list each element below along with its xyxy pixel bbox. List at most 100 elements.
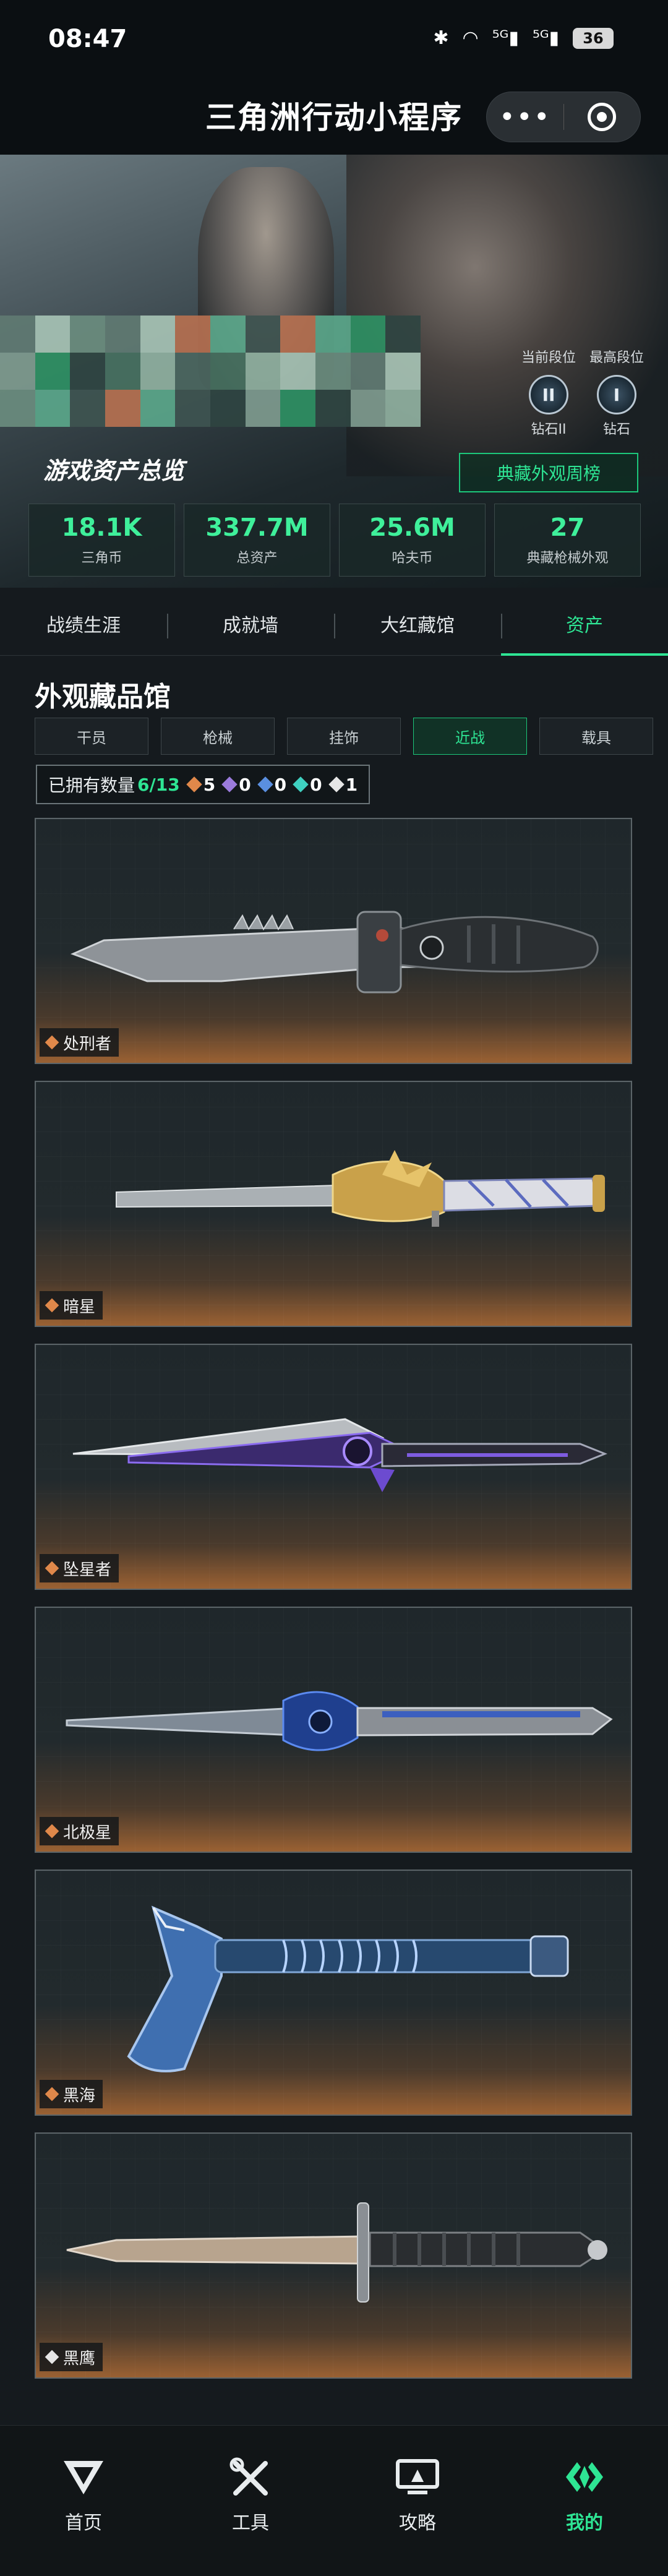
- mosaic-tile: [280, 353, 315, 390]
- mosaic-tile: [35, 390, 71, 427]
- item-label: 黑海: [40, 2080, 103, 2108]
- mosaic-tile: [210, 316, 246, 353]
- delta-logo-icon: [59, 2455, 108, 2499]
- close-miniprogram-button[interactable]: [563, 103, 640, 131]
- item-label: 黑鹰: [40, 2343, 103, 2371]
- rarity-diamond-icon: [45, 1298, 59, 1313]
- mosaic-tile: [385, 316, 421, 353]
- mosaic-tile: [105, 353, 140, 390]
- rarity-diamond-icon: [186, 776, 202, 792]
- owned-label: 已拥有数量: [48, 775, 135, 796]
- category-operators[interactable]: 干员: [35, 718, 148, 755]
- nav-tools[interactable]: 工具: [167, 2426, 334, 2576]
- nav-profile[interactable]: 我的: [501, 2426, 668, 2576]
- rarity-count-blue: 0: [257, 775, 286, 795]
- best-rank: 最高段位 I 钻石: [583, 346, 651, 438]
- mosaic-tile: [70, 316, 105, 353]
- signal-5g-icon: ⁵ᴳ▮: [492, 27, 519, 49]
- mosaic-tile: [140, 353, 176, 390]
- status-icons: ✱ ◠ ⁵ᴳ▮ ⁵ᴳ▮ 36: [433, 27, 614, 49]
- tab-red-collection[interactable]: 大红藏馆: [334, 596, 501, 656]
- pixelated-mosaic: [0, 316, 421, 427]
- rarity-count-white: 1: [328, 775, 358, 795]
- tab-achievements[interactable]: 成就墙: [167, 596, 334, 656]
- item-name: 处刑者: [63, 1034, 112, 1054]
- stat-label: 哈夫币: [392, 551, 433, 566]
- owned-count: 6/13: [137, 774, 180, 795]
- mosaic-tile: [385, 390, 421, 427]
- knife-executioner-image: [70, 911, 599, 994]
- stat-value: 25.6M: [369, 513, 455, 542]
- category-filter: 干员 枪械 挂饰 近战 载具: [35, 718, 653, 755]
- mosaic-tile: [35, 353, 71, 390]
- signal-5g-icon: ⁵ᴳ▮: [532, 27, 559, 49]
- stat-value: 337.7M: [205, 513, 309, 542]
- rarity-count-teal: 0: [293, 775, 322, 795]
- mosaic-tile: [315, 316, 351, 353]
- knife-star-faller-image: [72, 1418, 608, 1492]
- melee-card-black-hawk[interactable]: 黑鹰: [35, 2132, 632, 2379]
- bottom-navigation: 首页 工具 攻略 我的: [0, 2425, 668, 2576]
- item-name: 黑鹰: [63, 2349, 96, 2368]
- more-menu-button[interactable]: •••: [487, 101, 563, 133]
- nav-guides[interactable]: 攻略: [334, 2426, 501, 2576]
- tab-career[interactable]: 战绩生涯: [0, 596, 167, 656]
- mosaic-tile: [70, 353, 105, 390]
- weekly-ranking-button[interactable]: 典藏外观周榜: [459, 453, 638, 492]
- axe-black-sea-image: [127, 1905, 569, 2072]
- melee-card-executioner[interactable]: 处刑者: [35, 818, 632, 1064]
- item-label: 坠星者: [40, 1554, 119, 1582]
- rarity-diamond-icon: [45, 1561, 59, 1576]
- melee-card-dark-star[interactable]: 暗星: [35, 1081, 632, 1327]
- category-melee[interactable]: 近战: [413, 718, 527, 755]
- current-rank: 当前段位 II 钻石II: [515, 346, 583, 438]
- nav-label: 工具: [232, 2512, 269, 2534]
- best-rank-label: 最高段位: [589, 350, 644, 366]
- knife-dark-star-image: [116, 1150, 605, 1227]
- rarity-diamond-icon: [45, 1824, 59, 1839]
- mosaic-tile: [315, 390, 351, 427]
- knife-black-hawk-image: [66, 2202, 607, 2303]
- category-vehicles[interactable]: 载具: [539, 718, 653, 755]
- melee-card-polaris[interactable]: 北极星: [35, 1607, 632, 1853]
- item-name: 暗星: [63, 1297, 96, 1316]
- rank-badge-icon: I: [597, 375, 636, 414]
- hero-banner: 当前段位 II 钻石II 最高段位 I 钻石 游戏资产总览 典藏外观周榜 18.…: [0, 155, 668, 588]
- item-label: 暗星: [40, 1291, 103, 1320]
- current-rank-label: 当前段位: [521, 350, 576, 366]
- stat-haf-coin: 25.6M 哈夫币: [339, 504, 486, 577]
- stat-label: 总资产: [236, 551, 278, 566]
- stat-gun-skins: 27 典藏枪械外观: [494, 504, 641, 577]
- mosaic-tile: [0, 390, 35, 427]
- nav-label: 攻略: [399, 2512, 436, 2534]
- category-guns[interactable]: 枪械: [161, 718, 275, 755]
- rank-badge-icon: II: [529, 375, 568, 414]
- nav-home[interactable]: 首页: [0, 2426, 167, 2576]
- knife-polaris-image: [66, 1691, 613, 1751]
- mosaic-tile: [350, 316, 386, 353]
- item-label: 处刑者: [40, 1028, 119, 1057]
- tab-assets[interactable]: 资产: [501, 596, 668, 656]
- stat-value: 18.1K: [61, 513, 142, 542]
- monitor-icon: [393, 2455, 442, 2499]
- melee-card-black-sea[interactable]: 黑海: [35, 1870, 632, 2116]
- item-label: 北极星: [40, 1817, 119, 1845]
- melee-card-star-faller[interactable]: 坠星者: [35, 1344, 632, 1590]
- mosaic-tile: [210, 353, 246, 390]
- rarity-diamond-icon: [257, 776, 273, 792]
- target-icon: [588, 103, 617, 131]
- status-bar: 08:47 ✱ ◠ ⁵ᴳ▮ ⁵ᴳ▮ 36: [0, 0, 668, 87]
- category-charms[interactable]: 挂饰: [287, 718, 401, 755]
- mosaic-tile: [0, 353, 35, 390]
- rarity-diamond-icon: [293, 776, 309, 792]
- mosaic-tile: [105, 390, 140, 427]
- wifi-icon: ◠: [462, 27, 479, 49]
- stat-delta-coin: 18.1K 三角币: [28, 504, 175, 577]
- mosaic-tile: [245, 316, 281, 353]
- rarity-diamond-icon: [328, 776, 345, 792]
- profile-tabs: 战绩生涯 成就墙 大红藏馆 资产: [0, 596, 668, 656]
- rarity-diamond-icon: [221, 776, 238, 792]
- stat-label: 三角币: [81, 551, 122, 566]
- mosaic-tile: [350, 390, 386, 427]
- nav-label: 我的: [566, 2512, 603, 2534]
